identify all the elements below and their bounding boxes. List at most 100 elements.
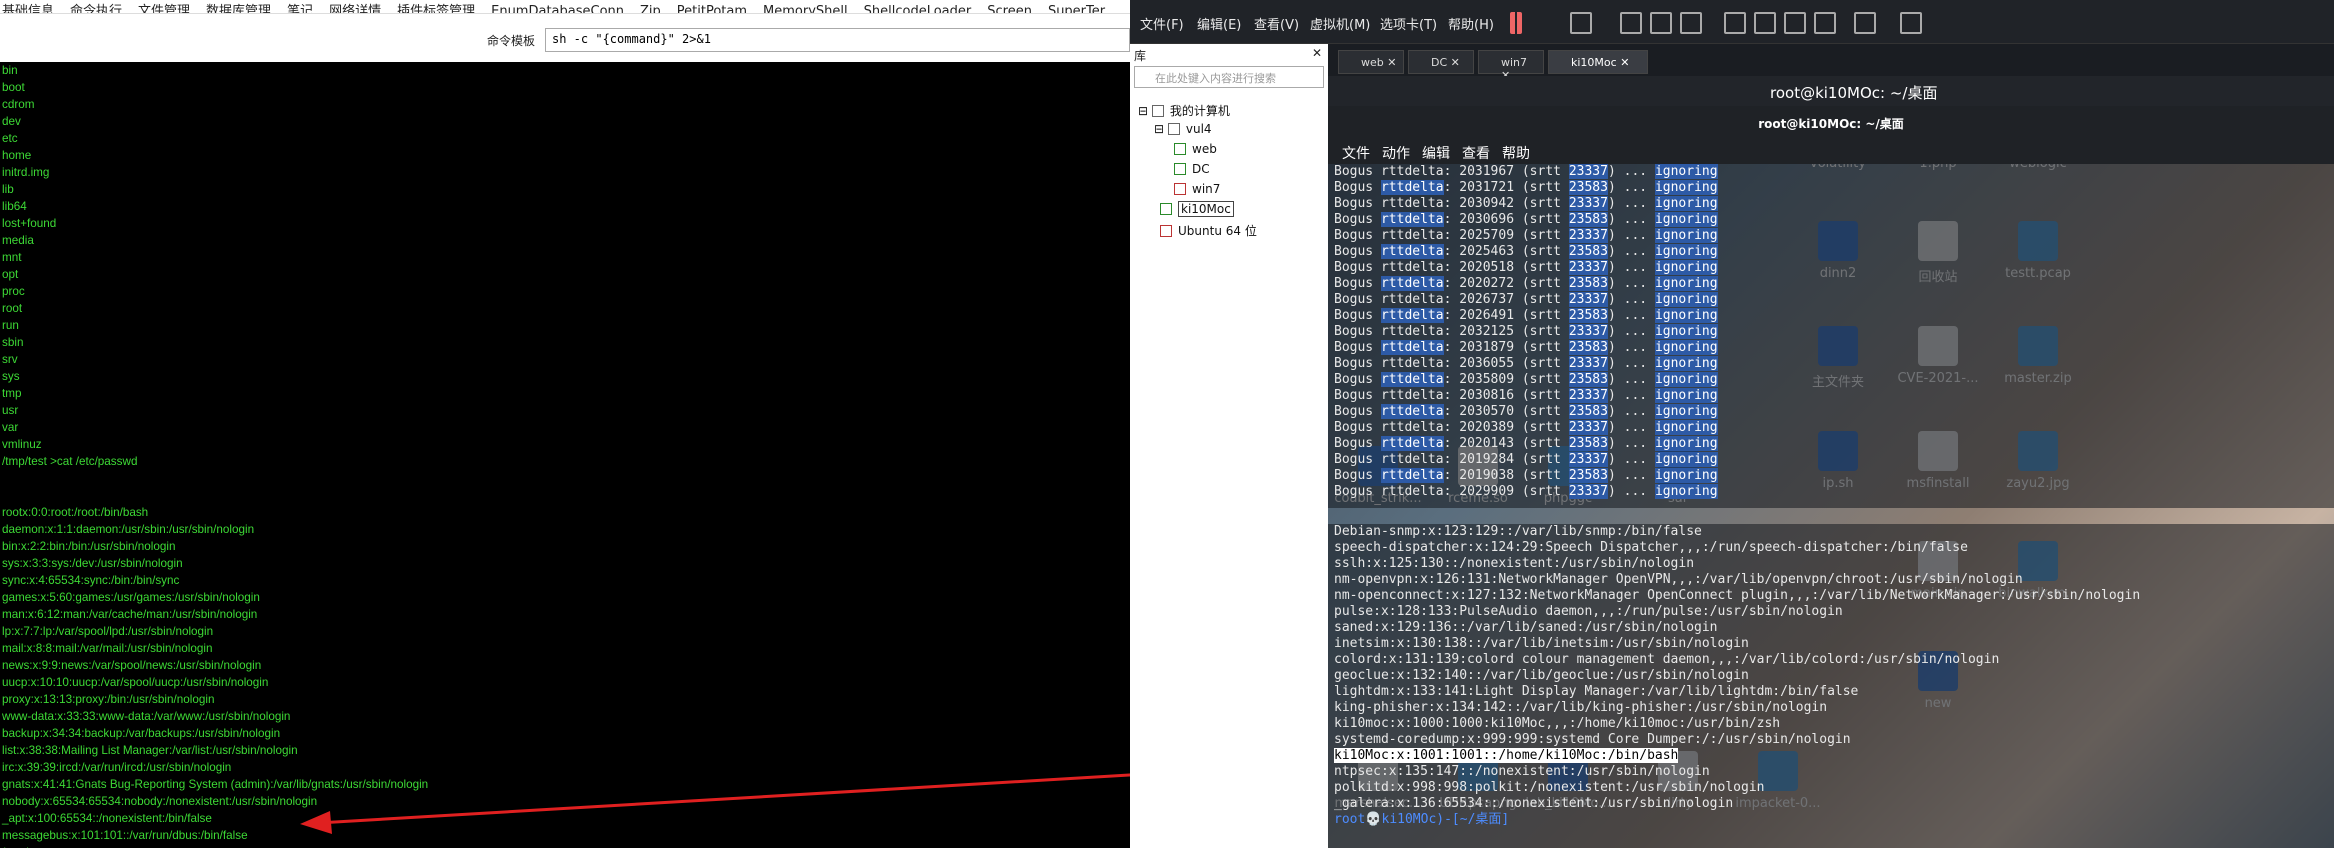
terminal-line: Bogus rttdelta: 2035809 (srtt 23583) ...… xyxy=(1334,372,1718,387)
revert-icon[interactable] xyxy=(1650,12,1672,34)
plugin-tab[interactable]: 文件管理 xyxy=(136,5,204,13)
kali-terminal-window[interactable]: root@ki10MOc: ~/桌面 文件 动作 编辑 查看 帮助 Bogus rttd… xyxy=(1328,106,2334,848)
terminal-pane-top[interactable]: Bogus rttdelta: 2031967 (srtt 23337) ...… xyxy=(1328,164,2334,508)
vm-tab-web[interactable]: web ✕ xyxy=(1338,50,1404,74)
terminal-line: opt xyxy=(2,268,19,281)
plugin-tab[interactable]: 网络详情 xyxy=(327,5,395,13)
terminal-line: sbin xyxy=(2,336,24,349)
vm-tab-ki10moc[interactable]: ki10Moc ✕ xyxy=(1548,50,1648,74)
terminal-line: srv xyxy=(2,353,18,366)
fullscreen-icon[interactable] xyxy=(1784,12,1806,34)
terminal-line: king-phisher:x:134:142::/var/lib/king-ph… xyxy=(1334,700,1828,715)
terminal-pane-bottom[interactable]: Debian-snmp:x:123:129::/var/lib/snmp:/bi… xyxy=(1328,524,2334,848)
vm-tab-dc[interactable]: DC ✕ xyxy=(1408,50,1474,74)
vm-tab-win7[interactable]: win7 ✕ xyxy=(1478,50,1544,82)
plugin-tab[interactable]: 数据库管理 xyxy=(204,5,285,13)
terminal-line: colord:x:131:139:colord colour managemen… xyxy=(1334,652,2000,667)
terminal-menu-item[interactable]: 帮助 xyxy=(1502,146,1530,162)
terminal-line: backup:x:34:34:backup:/var/backups:/usr/… xyxy=(2,727,281,740)
single-window-icon[interactable] xyxy=(1754,12,1776,34)
plugin-tab[interactable]: 笔记 xyxy=(285,5,327,13)
terminal-menu-item[interactable]: 查看 xyxy=(1462,146,1490,162)
vm-menu-item[interactable]: 查看(V) xyxy=(1254,14,1299,33)
library-search-input[interactable]: 在此处键入内容进行搜索 xyxy=(1134,66,1324,88)
terminal-line: sync:x:4:65534:sync:/bin:/bin/sync xyxy=(2,574,180,587)
send-ctrl-alt-del-icon[interactable] xyxy=(1570,12,1592,34)
view-options-icon[interactable] xyxy=(1900,12,1922,34)
terminal-line: inetsim:x:130:138::/var/lib/inetsim:/usr… xyxy=(1334,636,1749,651)
plugin-tab[interactable]: EnumDatabaseConn xyxy=(489,5,638,13)
terminal-menu-item[interactable]: 动作 xyxy=(1382,146,1410,162)
tree-item-dc[interactable]: DC xyxy=(1174,162,1210,176)
plugin-tab[interactable]: ShellcodeLoader xyxy=(862,5,986,13)
vm-menu-item[interactable]: 虚拟机(M) xyxy=(1310,14,1370,33)
guest-desktop: volatility1.phpweblogicdinn2回收站testt.pca… xyxy=(1328,106,2334,848)
terminal-line: speech-dispatcher:x:124:29:Speech Dispat… xyxy=(1334,540,1968,555)
plugin-tab[interactable]: SuperTer xyxy=(1046,5,1119,13)
terminal-line: root xyxy=(2,302,23,315)
terminal-line: Bogus rttdelta: 2025709 (srtt 23337) ...… xyxy=(1334,228,1718,243)
terminal-line: etc xyxy=(2,132,18,145)
terminal-line: Bogus rttdelta: 2036055 (srtt 23337) ...… xyxy=(1334,356,1718,371)
terminal-line: Bogus rttdelta: 2030696 (srtt 23583) ...… xyxy=(1334,212,1718,227)
terminal-line: bin xyxy=(2,64,18,77)
plugin-tab[interactable]: PetitPotam xyxy=(675,5,761,13)
terminal-line: ki10moc:x:1000:1000:ki10Moc,,,:/home/ki1… xyxy=(1334,716,1781,731)
tree-item-vul4[interactable]: ⊟ vul4 xyxy=(1154,122,1212,136)
terminal-menu-item[interactable]: 文件 xyxy=(1342,146,1370,162)
plugin-tab[interactable]: Screen xyxy=(985,5,1046,13)
terminal-title: root@ki10MOc: ~/桌面 xyxy=(1328,106,2334,140)
terminal-line: rootx:0:0:root:/root:/bin/bash xyxy=(2,506,149,519)
terminal-line: media xyxy=(2,234,34,247)
plugin-tab[interactable]: Zip xyxy=(638,5,675,13)
close-icon[interactable]: ✕ xyxy=(1312,46,1322,60)
tree-item-web[interactable]: web xyxy=(1174,142,1217,156)
console-icon[interactable] xyxy=(1854,12,1876,34)
terminal-menu-item[interactable]: 编辑 xyxy=(1422,146,1450,162)
tree-item-win7[interactable]: win7 xyxy=(1174,182,1220,196)
terminal-line: man:x:6:12:man:/var/cache/man:/usr/sbin/… xyxy=(2,608,258,621)
library-view-icon[interactable] xyxy=(1724,12,1746,34)
tree-item-ki10moc[interactable]: ki10Moc xyxy=(1160,201,1234,217)
computer-icon xyxy=(1151,105,1164,117)
plugin-tab[interactable]: 插件标签管理 xyxy=(395,5,489,13)
vmware-menubar: 文件(F) 编辑(E) 查看(V) 虚拟机(M) 选项卡(T) 帮助(H) xyxy=(1130,0,2334,44)
terminal-line: var xyxy=(2,421,19,434)
vm-menu-item[interactable]: 编辑(E) xyxy=(1197,14,1241,33)
vm-menu-item[interactable]: 文件(F) xyxy=(1140,14,1184,33)
terminal-line: lightdm:x:133:141:Light Display Manager:… xyxy=(1334,684,1859,699)
command-template-input[interactable]: sh -c "{command}" 2>&1 xyxy=(545,28,1130,52)
plugin-tab[interactable]: 基础信息 xyxy=(0,5,68,13)
tree-item-my-computer[interactable]: ⊟ 我的计算机 xyxy=(1138,102,1230,119)
terminal-prompt: root💀ki10MOc)-[~/桌面] xyxy=(1334,812,1510,827)
terminal-line: Bogus rttdelta: 2020389 (srtt 23337) ...… xyxy=(1334,420,1718,435)
vm-icon xyxy=(1160,225,1172,237)
terminal-line: cdrom xyxy=(2,98,35,111)
terminal-line: ki10Moc:x:1001:1001::/home/ki10Moc:/bin/… xyxy=(1334,748,1679,763)
terminal-line: lib64 xyxy=(2,200,27,213)
plugin-tab[interactable]: 命令执行 xyxy=(68,5,136,13)
unity-icon[interactable] xyxy=(1814,12,1836,34)
command-template-label: 命令模板 xyxy=(486,34,535,48)
terminal-line: pulse:x:128:133:PulseAudio daemon,,,:/ru… xyxy=(1334,604,1843,619)
terminal-line: sys xyxy=(2,370,20,383)
terminal-line: Bogus rttdelta: 2030942 (srtt 23337) ...… xyxy=(1334,196,1718,211)
terminal-line: www-data:x:33:33:www-data:/var/www:/usr/… xyxy=(2,710,291,723)
terminal-line: gnats:x:41:41:Gnats Bug-Reporting System… xyxy=(2,778,429,791)
terminal-line: /tmp/test >cat /etc/passwd xyxy=(2,455,138,468)
terminal-line: proc xyxy=(2,285,25,298)
terminal-line: Bogus rttdelta: 2020272 (srtt 23583) ...… xyxy=(1334,276,1718,291)
command-output-terminal[interactable]: bin boot cdrom dev etc home initrd.img lib lib64… xyxy=(0,62,1130,848)
vm-menu-item[interactable]: 选项卡(T) xyxy=(1380,14,1437,33)
snapshot-icon[interactable] xyxy=(1620,12,1642,34)
manage-snapshots-icon[interactable] xyxy=(1680,12,1702,34)
plugin-tab[interactable]: MemoryShell xyxy=(761,5,862,13)
terminal-line: sslh:x:125:130::/nonexistent:/usr/sbin/n… xyxy=(1334,556,1695,571)
terminal-line: bin:x:2:2:bin:/bin:/usr/sbin/nologin xyxy=(2,540,176,553)
vm-menu-item[interactable]: 帮助(H) xyxy=(1448,14,1494,33)
terminal-line: lib xyxy=(2,183,14,196)
tree-item-ubuntu[interactable]: Ubuntu 64 位 xyxy=(1160,222,1257,239)
pause-icon[interactable] xyxy=(1510,12,1522,34)
